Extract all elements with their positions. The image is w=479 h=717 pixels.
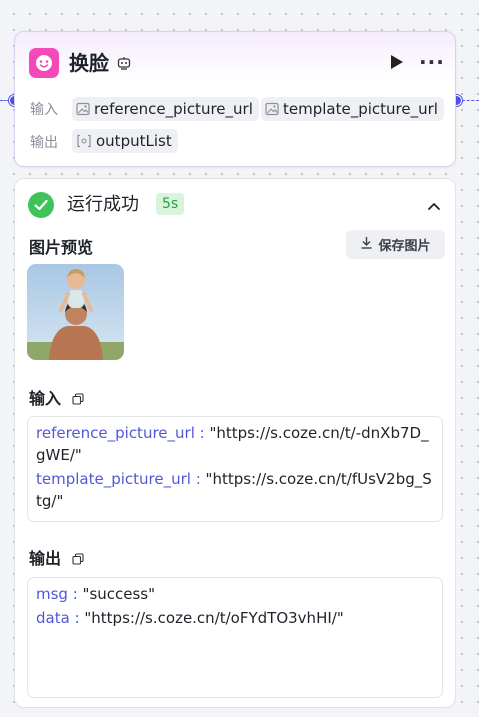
- field-key: template_picture_url: [36, 470, 191, 488]
- run-status: 运行成功: [67, 194, 139, 215]
- image-icon: [76, 102, 90, 116]
- chevron-up-icon[interactable]: [427, 196, 441, 215]
- download-icon: [360, 236, 373, 253]
- image-icon: [265, 102, 279, 116]
- save-image-button[interactable]: 保存图片: [346, 230, 445, 259]
- output-section-title: 输出: [29, 549, 62, 568]
- play-icon[interactable]: [390, 54, 404, 74]
- field-separator: :: [194, 424, 210, 442]
- output-tag-output-list[interactable]: outputList: [72, 129, 178, 153]
- field-separator: :: [69, 609, 85, 627]
- field-value: "https://s.coze.cn/t/oFYdTO3vhHI/": [84, 609, 344, 627]
- field-key: reference_picture_url: [36, 424, 195, 442]
- copy-icon[interactable]: [72, 550, 84, 569]
- save-image-label: 保存图片: [378, 239, 431, 254]
- input-field-template: template_picture_url : "https://s.coze.c…: [36, 468, 434, 512]
- duration-badge: 5s: [156, 193, 185, 215]
- check-icon: [28, 192, 54, 218]
- robot-icon: [117, 55, 131, 74]
- output-row-label: 输出: [30, 135, 58, 151]
- face-icon: [29, 48, 59, 78]
- face-swap-node[interactable]: 换脸 ··· 输入 reference_picture_url template…: [14, 31, 456, 167]
- output-field-data: data : "https://s.coze.cn/t/oFYdTO3vhHI/…: [36, 607, 434, 629]
- output-field-msg: msg : "success": [36, 583, 434, 605]
- input-tag-reference-picture-url[interactable]: reference_picture_url: [72, 97, 259, 121]
- input-section-title: 输入: [29, 389, 62, 408]
- node-title: 换脸: [69, 51, 109, 75]
- copy-icon[interactable]: [72, 390, 84, 409]
- outgoing-edge: [462, 100, 479, 101]
- array-icon: [76, 134, 92, 148]
- input-field-reference: reference_picture_url : "https://s.coze.…: [36, 422, 434, 466]
- input-tag-template-picture-url[interactable]: template_picture_url: [261, 97, 444, 121]
- field-value: "success": [82, 585, 156, 603]
- input-values-box: reference_picture_url : "https://s.coze.…: [27, 416, 443, 522]
- field-key: data: [36, 609, 70, 627]
- preview-image[interactable]: [27, 264, 124, 360]
- input-tag-label: reference_picture_url: [94, 100, 253, 118]
- field-separator: :: [67, 585, 83, 603]
- output-tag-label: outputList: [96, 132, 172, 150]
- field-key: msg: [36, 585, 68, 603]
- preview-title: 图片预览: [29, 238, 94, 257]
- more-icon[interactable]: ···: [419, 48, 445, 76]
- output-values-box: msg : "success" data : "https://s.coze.c…: [27, 577, 443, 698]
- field-separator: :: [190, 470, 206, 488]
- run-result-panel: 运行成功 5s 图片预览 保存图片 输入 reference_picture_u…: [14, 178, 456, 708]
- input-tag-label: template_picture_url: [283, 100, 438, 118]
- input-row-label: 输入: [30, 102, 58, 118]
